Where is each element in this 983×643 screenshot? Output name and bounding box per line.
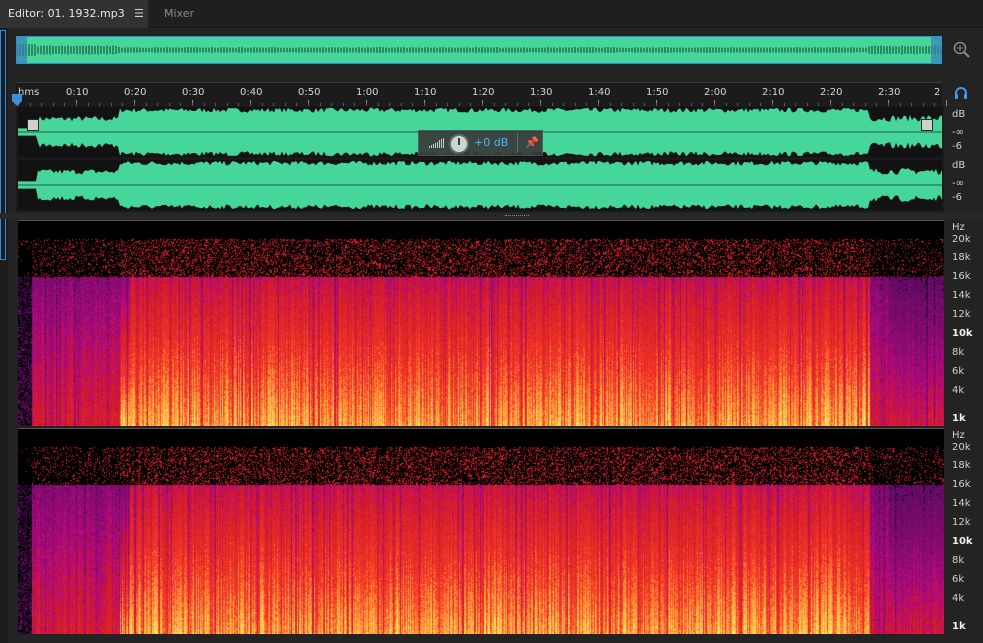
fade-in-handle-icon[interactable] bbox=[27, 119, 39, 131]
hz-label: 8k bbox=[952, 555, 965, 566]
db-label-inf: -∞ bbox=[952, 178, 964, 189]
ruler-tick-label: 0:50 bbox=[298, 87, 321, 98]
db-label-6: -6 bbox=[952, 141, 962, 152]
overview-wave-shape bbox=[16, 44, 942, 56]
tab-mixer-label: Mixer bbox=[164, 7, 195, 20]
ruler-tick-label: 2:20 bbox=[820, 87, 843, 98]
waveform-right-shape bbox=[18, 160, 942, 210]
db-label-inf: -∞ bbox=[952, 127, 964, 138]
hamburger-icon[interactable]: ☰ bbox=[134, 0, 144, 28]
hz-label: 16k bbox=[952, 271, 971, 282]
hz-label: 18k bbox=[952, 252, 971, 263]
frequency-scale-left: Hz 20k 18k 16k 14k 12k 10k 8k 6k 4k 1k bbox=[944, 220, 983, 426]
tab-editor-label: Editor: 01. 1932.mp3 bbox=[8, 7, 125, 20]
hz-label: 10k bbox=[952, 328, 973, 339]
divider-grip[interactable] bbox=[505, 215, 529, 217]
spectral-display-right[interactable] bbox=[18, 428, 944, 634]
headphone-icon[interactable] bbox=[954, 86, 968, 100]
hz-label: 20k bbox=[952, 442, 971, 453]
hz-label: 6k bbox=[952, 574, 965, 585]
hz-label: 12k bbox=[952, 309, 971, 320]
gain-hud[interactable]: +0 dB 📌 bbox=[418, 130, 543, 156]
frequency-scale-right: Hz 20k 18k 16k 14k 12k 10k 8k 6k 4k 1k bbox=[944, 428, 983, 634]
gain-knob-icon[interactable] bbox=[449, 134, 469, 154]
db-unit: dB bbox=[952, 109, 966, 120]
ruler-tick-label: 1:50 bbox=[646, 87, 669, 98]
pin-icon[interactable]: 📌 bbox=[525, 136, 539, 149]
spectral-display-left[interactable] bbox=[18, 220, 944, 426]
hz-label: 1k bbox=[952, 621, 966, 632]
hz-unit: Hz bbox=[952, 222, 965, 233]
db-unit: dB bbox=[952, 160, 966, 171]
waveform-channel-right[interactable] bbox=[18, 160, 942, 210]
left-gutter bbox=[0, 28, 8, 643]
track-selection-indicator bbox=[0, 30, 6, 260]
spectrogram-left bbox=[18, 221, 944, 426]
hz-label: 12k bbox=[952, 517, 971, 528]
ruler-tick-label: 2:10 bbox=[762, 87, 785, 98]
ruler-tick-label: 1:30 bbox=[530, 87, 553, 98]
playhead-marker[interactable] bbox=[12, 94, 22, 106]
gain-value[interactable]: +0 dB bbox=[474, 136, 508, 149]
ruler-tick-label: 2 bbox=[934, 87, 941, 98]
hz-label: 1k bbox=[952, 413, 966, 424]
hz-label: 16k bbox=[952, 479, 971, 490]
amplitude-scale-left: dB -∞ -6 bbox=[944, 107, 983, 157]
hz-label: 4k bbox=[952, 385, 965, 396]
hz-label: 10k bbox=[952, 536, 973, 547]
zoom-icon[interactable] bbox=[952, 40, 972, 60]
hz-label: 20k bbox=[952, 234, 971, 245]
hz-label: 6k bbox=[952, 366, 965, 377]
overview-right-handle[interactable] bbox=[931, 37, 941, 63]
overview-left-handle[interactable] bbox=[17, 37, 27, 63]
overview-waveform[interactable] bbox=[16, 36, 942, 64]
ruler-tick-label: 0:10 bbox=[66, 87, 89, 98]
spectrogram-right bbox=[18, 429, 944, 634]
panel-divider[interactable] bbox=[0, 213, 983, 219]
ruler-tick-label: 2:00 bbox=[704, 87, 727, 98]
ruler-tick bbox=[946, 100, 947, 106]
tab-bar: Editor: 01. 1932.mp3 ☰ Mixer bbox=[0, 0, 983, 28]
db-label-6: -6 bbox=[952, 192, 962, 203]
hz-label: 4k bbox=[952, 593, 965, 604]
hz-label: 14k bbox=[952, 290, 971, 301]
tab-mixer[interactable]: Mixer bbox=[152, 0, 222, 28]
ruler-tick-label: 0:20 bbox=[124, 87, 147, 98]
ruler-tick-label: 2:30 bbox=[878, 87, 901, 98]
time-ruler[interactable]: hms 0:10 0:20 0:30 0:40 0:50 1:00 1:10 1:20 1:30… bbox=[16, 82, 947, 106]
hud-separator bbox=[517, 133, 518, 153]
level-meter-icon bbox=[429, 138, 444, 148]
hz-label: 18k bbox=[952, 460, 971, 471]
tab-editor[interactable]: Editor: 01. 1932.mp3 ☰ bbox=[0, 0, 148, 28]
ruler-tick-label: 0:30 bbox=[182, 87, 205, 98]
hz-unit: Hz bbox=[952, 430, 965, 441]
ruler-tick-label: 1:00 bbox=[356, 87, 379, 98]
ruler-tick-label: 1:10 bbox=[414, 87, 437, 98]
amplitude-scale-right: dB -∞ -6 bbox=[944, 160, 983, 210]
ruler-tick-label: 1:40 bbox=[588, 87, 611, 98]
fade-out-handle-icon[interactable] bbox=[921, 119, 933, 131]
hz-label: 8k bbox=[952, 347, 965, 358]
hz-label: 14k bbox=[952, 498, 971, 509]
ruler-tick-label: 1:20 bbox=[472, 87, 495, 98]
ruler-tick-label: 0:40 bbox=[240, 87, 263, 98]
